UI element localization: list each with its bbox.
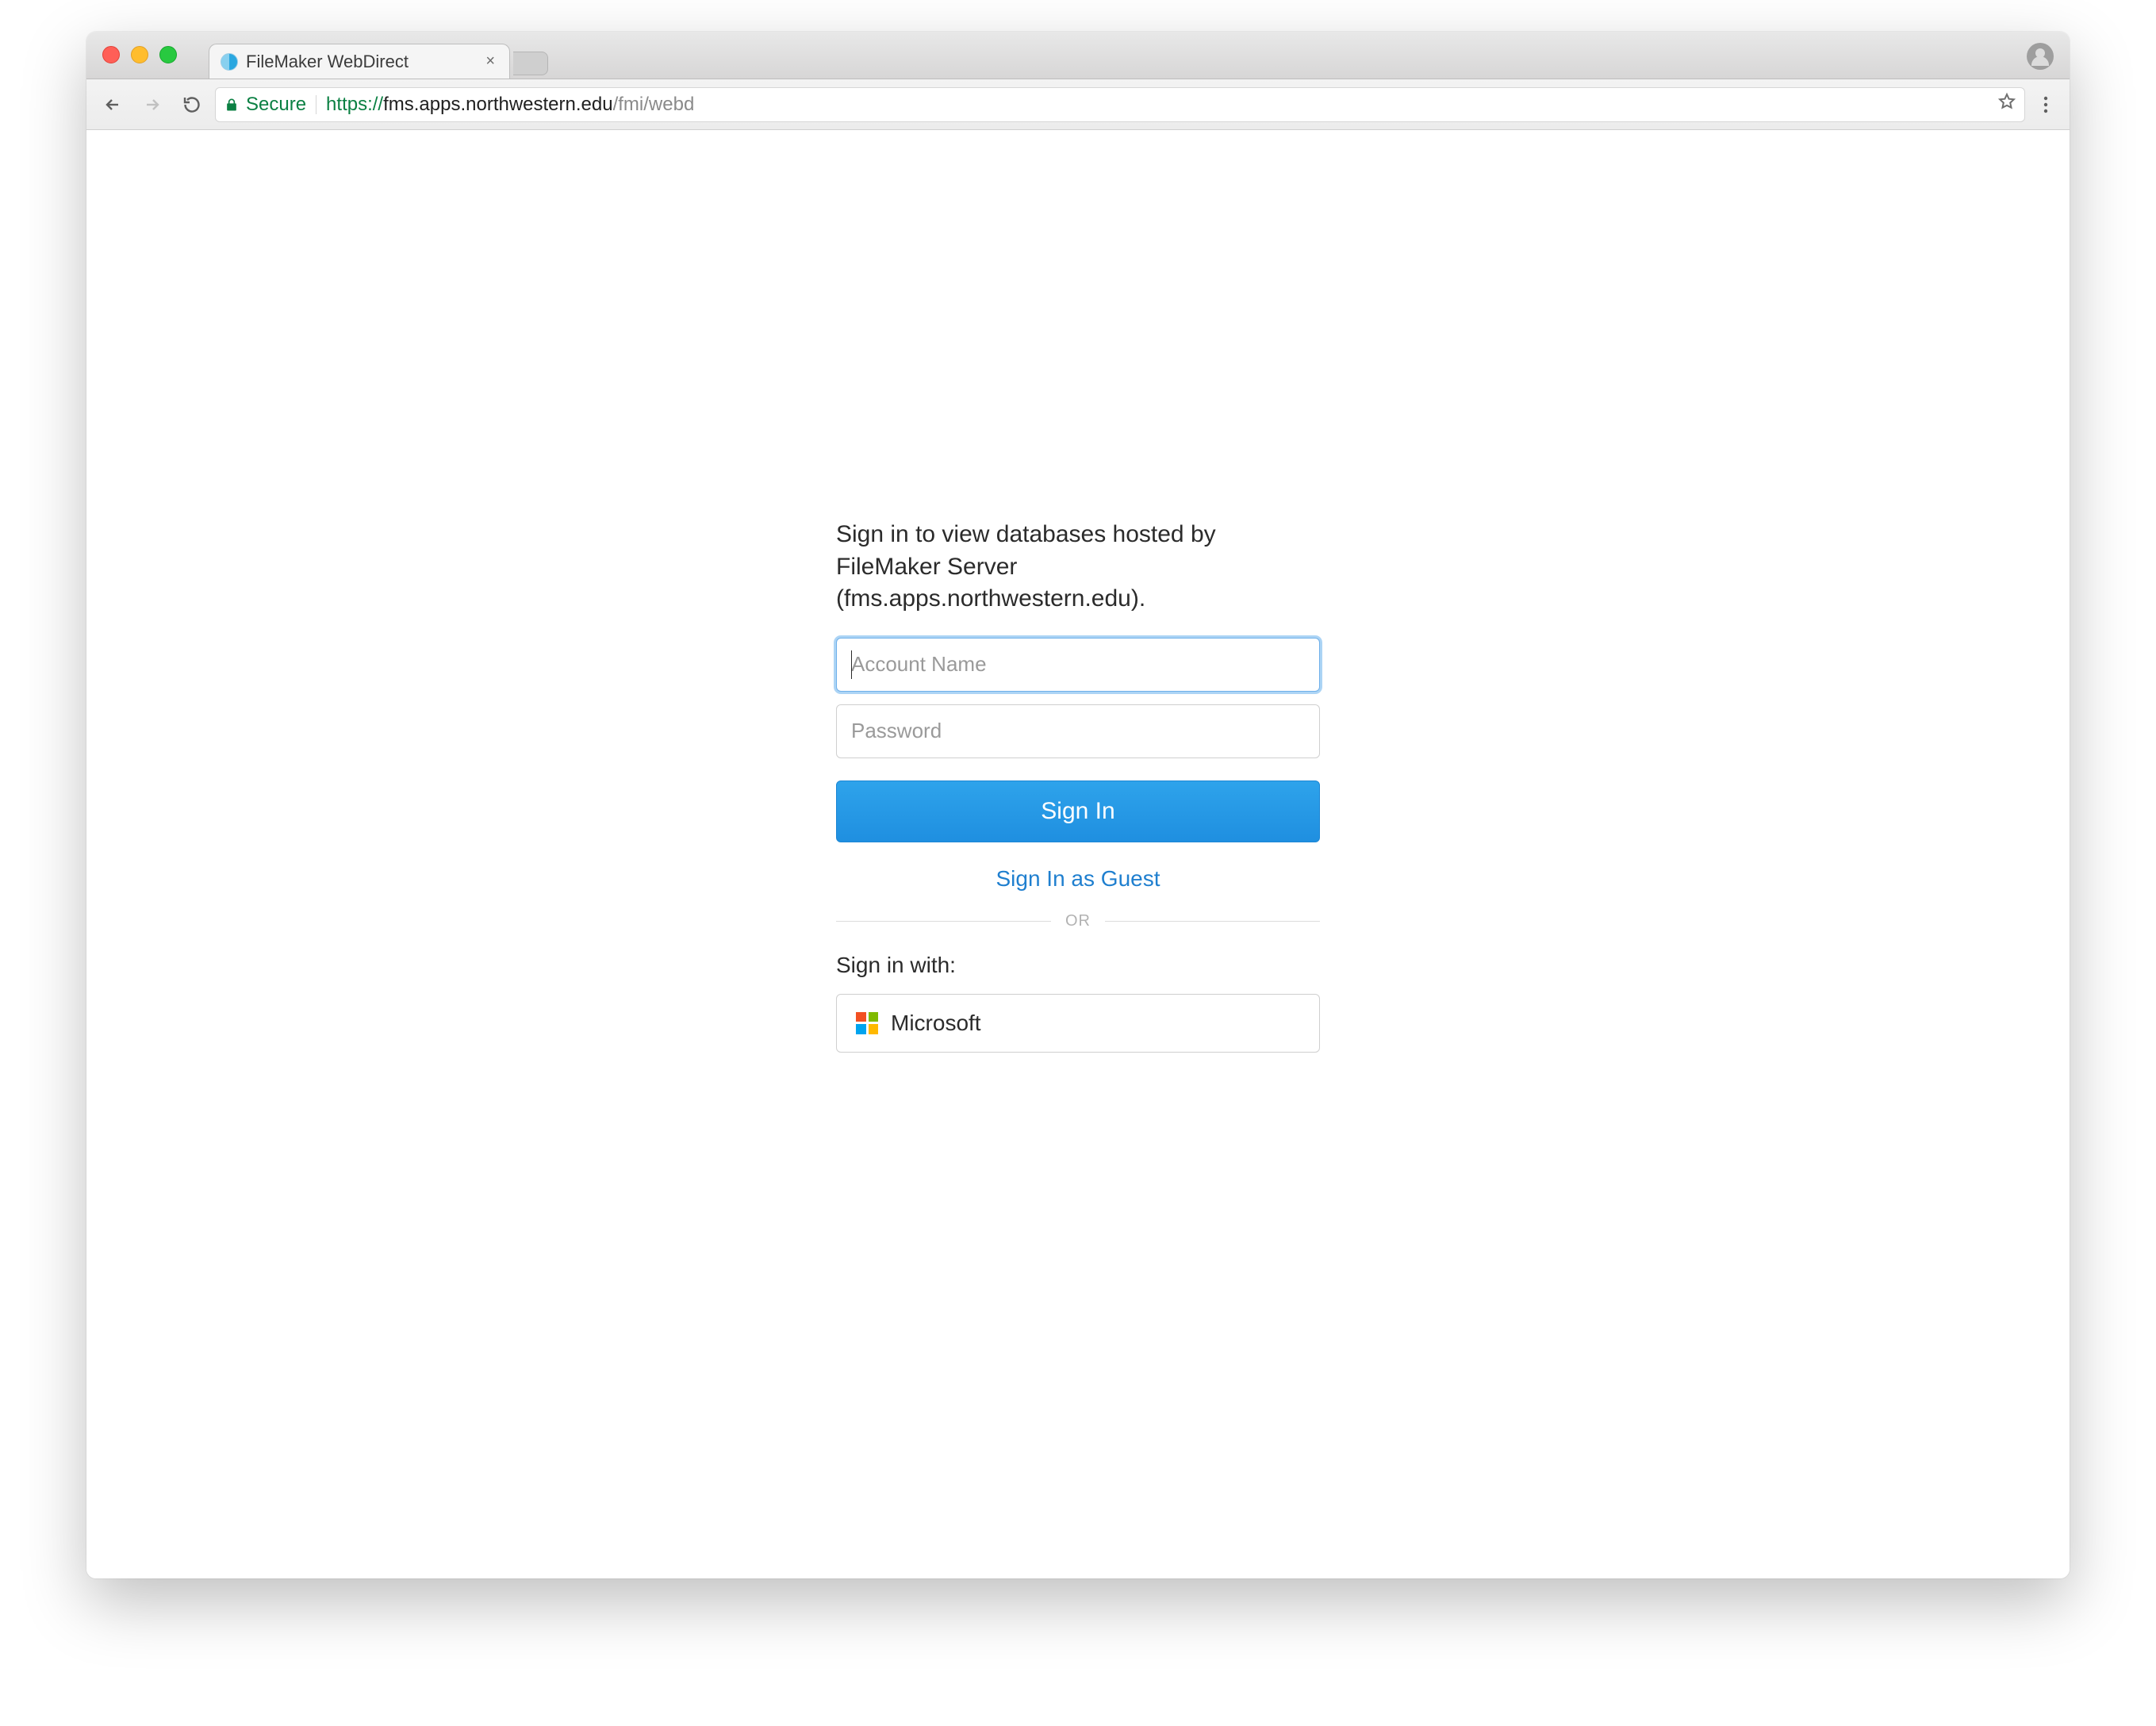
sign-in-with-label: Sign in with: — [836, 953, 1320, 978]
minimize-window-button[interactable] — [131, 46, 148, 63]
account-field-wrapper — [836, 638, 1320, 704]
microsoft-icon — [856, 1012, 878, 1034]
tab-title: FileMaker WebDirect — [246, 52, 474, 72]
filemaker-favicon-icon — [221, 53, 238, 71]
browser-tab[interactable]: FileMaker WebDirect × — [209, 44, 510, 79]
secure-label: Secure — [246, 94, 306, 116]
new-tab-button[interactable] — [513, 52, 548, 75]
page-viewport: Sign in to view databases hosted by File… — [86, 130, 2070, 1578]
forward-button[interactable] — [136, 88, 169, 121]
or-divider: OR — [836, 912, 1320, 930]
bookmark-button[interactable] — [1997, 92, 2016, 117]
maximize-window-button[interactable] — [159, 46, 177, 63]
kebab-icon — [2043, 95, 2048, 114]
close-tab-button[interactable]: × — [482, 52, 498, 71]
back-button[interactable] — [96, 88, 129, 121]
secure-indicator: Secure — [224, 94, 306, 116]
star-icon — [1997, 92, 2016, 111]
text-caret — [851, 650, 852, 679]
title-bar: FileMaker WebDirect × — [86, 32, 2070, 79]
lock-icon — [224, 97, 240, 113]
window-controls — [102, 46, 177, 63]
url-host: fms.apps.northwestern.edu — [383, 94, 613, 115]
divider-label: OR — [1065, 912, 1091, 930]
profile-avatar-icon[interactable] — [2027, 43, 2054, 70]
sign-in-prompt: Sign in to view databases hosted by File… — [836, 519, 1320, 616]
divider-line-left — [836, 921, 1051, 922]
sign-in-guest-link[interactable]: Sign In as Guest — [836, 866, 1320, 892]
password-input[interactable] — [836, 704, 1320, 758]
close-window-button[interactable] — [102, 46, 120, 63]
arrow-left-icon — [103, 95, 122, 114]
reload-button[interactable] — [175, 88, 209, 121]
login-form: Sign in to view databases hosted by File… — [836, 519, 1320, 1053]
browser-menu-button[interactable] — [2031, 95, 2060, 114]
account-name-input[interactable] — [836, 638, 1320, 692]
tab-strip: FileMaker WebDirect × — [209, 32, 548, 79]
sign-in-button[interactable]: Sign In — [836, 781, 1320, 842]
microsoft-oauth-button[interactable]: Microsoft — [836, 994, 1320, 1053]
microsoft-oauth-label: Microsoft — [891, 1011, 981, 1036]
arrow-right-icon — [143, 95, 162, 114]
url-protocol: https:// — [326, 94, 383, 115]
address-bar[interactable]: Secure https://fms.apps.northwestern.edu… — [215, 87, 2025, 122]
url-display: https://fms.apps.northwestern.edu/fmi/we… — [326, 94, 694, 116]
reload-icon — [182, 95, 201, 114]
url-path: /fmi/webd — [613, 94, 695, 115]
nav-toolbar: Secure https://fms.apps.northwestern.edu… — [86, 79, 2070, 130]
browser-window: FileMaker WebDirect × Secure https://fms… — [86, 32, 2070, 1578]
divider-line-right — [1105, 921, 1320, 922]
